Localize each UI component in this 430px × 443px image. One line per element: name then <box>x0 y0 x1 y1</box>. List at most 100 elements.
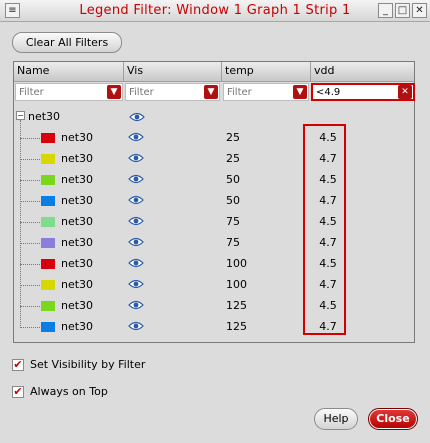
filter-name: ▼ <box>15 83 123 101</box>
eye-icon[interactable] <box>128 236 144 248</box>
color-swatch <box>41 259 55 269</box>
row-temp: 100 <box>226 278 247 291</box>
tree-connector <box>20 243 40 244</box>
row-name: net30 <box>61 236 94 249</box>
eye-icon[interactable] <box>129 111 145 123</box>
column-header-name[interactable]: Name <box>14 62 124 82</box>
eye-icon[interactable] <box>128 194 144 206</box>
row-name: net30 <box>61 194 94 207</box>
row-vdd: 4.7 <box>319 278 337 291</box>
row-vdd: 4.5 <box>319 131 337 144</box>
eye-icon[interactable] <box>128 278 144 290</box>
filter-temp-input[interactable] <box>225 84 303 100</box>
tree-connector <box>20 327 40 328</box>
minimize-icon[interactable]: _ <box>378 3 393 18</box>
close-window-icon[interactable]: ✕ <box>412 3 427 18</box>
filter-vis-dropdown-icon[interactable]: ▼ <box>204 85 218 99</box>
always-on-top-checkbox[interactable]: ✔ <box>12 386 24 398</box>
tree-connector <box>20 138 40 139</box>
filter-vis: ▼ <box>125 83 220 101</box>
row-name: net30 <box>61 215 94 228</box>
clear-all-filters-button[interactable]: Clear All Filters <box>12 32 122 53</box>
table-row[interactable]: net30 125 4.5 <box>14 296 414 317</box>
column-header-vdd[interactable]: vdd <box>311 62 414 82</box>
filter-vis-input[interactable] <box>127 84 205 100</box>
tree-connector <box>20 180 40 181</box>
table-row[interactable]: net30 25 4.7 <box>14 149 414 170</box>
row-temp: 100 <box>226 257 247 270</box>
color-swatch <box>41 196 55 206</box>
tree-parent-label: net30 <box>28 110 61 123</box>
eye-icon[interactable] <box>128 257 144 269</box>
row-name: net30 <box>61 173 94 186</box>
window-title: Legend Filter: Window 1 Graph 1 Strip 1 <box>79 3 351 18</box>
collapse-icon[interactable]: − <box>16 111 25 120</box>
column-header-temp[interactable]: temp <box>222 62 311 82</box>
eye-icon[interactable] <box>128 173 144 185</box>
filter-temp: ▼ <box>223 83 309 101</box>
row-vdd: 4.5 <box>319 215 337 228</box>
row-temp: 25 <box>226 131 240 144</box>
row-name: net30 <box>61 257 94 270</box>
eye-icon[interactable] <box>128 299 144 311</box>
filter-vdd-clear-icon[interactable]: ✕ <box>398 85 412 99</box>
set-visibility-checkbox[interactable]: ✔ <box>12 359 24 371</box>
filter-name-dropdown-icon[interactable]: ▼ <box>107 85 121 99</box>
filter-vdd: ✕ <box>311 83 415 101</box>
color-swatch <box>41 154 55 164</box>
legend-grid: Name Vis temp vdd ▼ ▼ ▼ ✕ − net30 net30 2… <box>13 61 415 343</box>
color-swatch <box>41 217 55 227</box>
row-name: net30 <box>61 299 94 312</box>
table-row[interactable]: net30 125 4.7 <box>14 317 414 338</box>
row-temp: 25 <box>226 152 240 165</box>
table-row[interactable]: net30 100 4.7 <box>14 275 414 296</box>
color-swatch <box>41 301 55 311</box>
filter-temp-dropdown-icon[interactable]: ▼ <box>293 85 307 99</box>
eye-icon[interactable] <box>128 320 144 332</box>
row-vdd: 4.7 <box>319 236 337 249</box>
eye-icon[interactable] <box>128 152 144 164</box>
close-button[interactable]: Close <box>368 408 418 430</box>
row-vdd: 4.7 <box>319 320 337 333</box>
table-row[interactable]: net30 50 4.7 <box>14 191 414 212</box>
row-temp: 50 <box>226 194 240 207</box>
table-row[interactable]: net30 100 4.5 <box>14 254 414 275</box>
tree-connector <box>20 222 40 223</box>
row-temp: 75 <box>226 236 240 249</box>
table-row[interactable]: net30 75 4.7 <box>14 233 414 254</box>
color-swatch <box>41 175 55 185</box>
tree-connector <box>20 306 40 307</box>
color-swatch <box>41 322 55 332</box>
table-row[interactable]: net30 75 4.5 <box>14 212 414 233</box>
row-temp: 125 <box>226 320 247 333</box>
filter-name-input[interactable] <box>17 84 95 100</box>
row-name: net30 <box>61 278 94 291</box>
row-temp: 50 <box>226 173 240 186</box>
table-row[interactable]: net30 25 4.5 <box>14 128 414 149</box>
row-temp: 125 <box>226 299 247 312</box>
row-vdd: 4.5 <box>319 173 337 186</box>
tree-parent-row[interactable]: − net30 <box>14 107 414 127</box>
row-vdd: 4.7 <box>319 194 337 207</box>
always-on-top-label: Always on Top <box>30 385 108 398</box>
row-vdd: 4.5 <box>319 299 337 312</box>
maximize-icon[interactable]: □ <box>395 3 410 18</box>
set-visibility-label: Set Visibility by Filter <box>30 358 146 371</box>
color-swatch <box>41 238 55 248</box>
filter-vdd-input[interactable] <box>314 84 394 100</box>
column-header-vis[interactable]: Vis <box>124 62 222 82</box>
row-name: net30 <box>61 131 94 144</box>
tree-connector <box>20 159 40 160</box>
eye-icon[interactable] <box>128 131 144 143</box>
row-name: net30 <box>61 320 94 333</box>
tree-connector <box>20 285 40 286</box>
table-row[interactable]: net30 50 4.5 <box>14 170 414 191</box>
tree-connector <box>20 201 40 202</box>
eye-icon[interactable] <box>128 215 144 227</box>
tree-connector <box>20 264 40 265</box>
help-button[interactable]: Help <box>314 408 358 430</box>
row-temp: 75 <box>226 215 240 228</box>
row-name: net30 <box>61 152 94 165</box>
row-vdd: 4.5 <box>319 257 337 270</box>
color-swatch <box>41 280 55 290</box>
